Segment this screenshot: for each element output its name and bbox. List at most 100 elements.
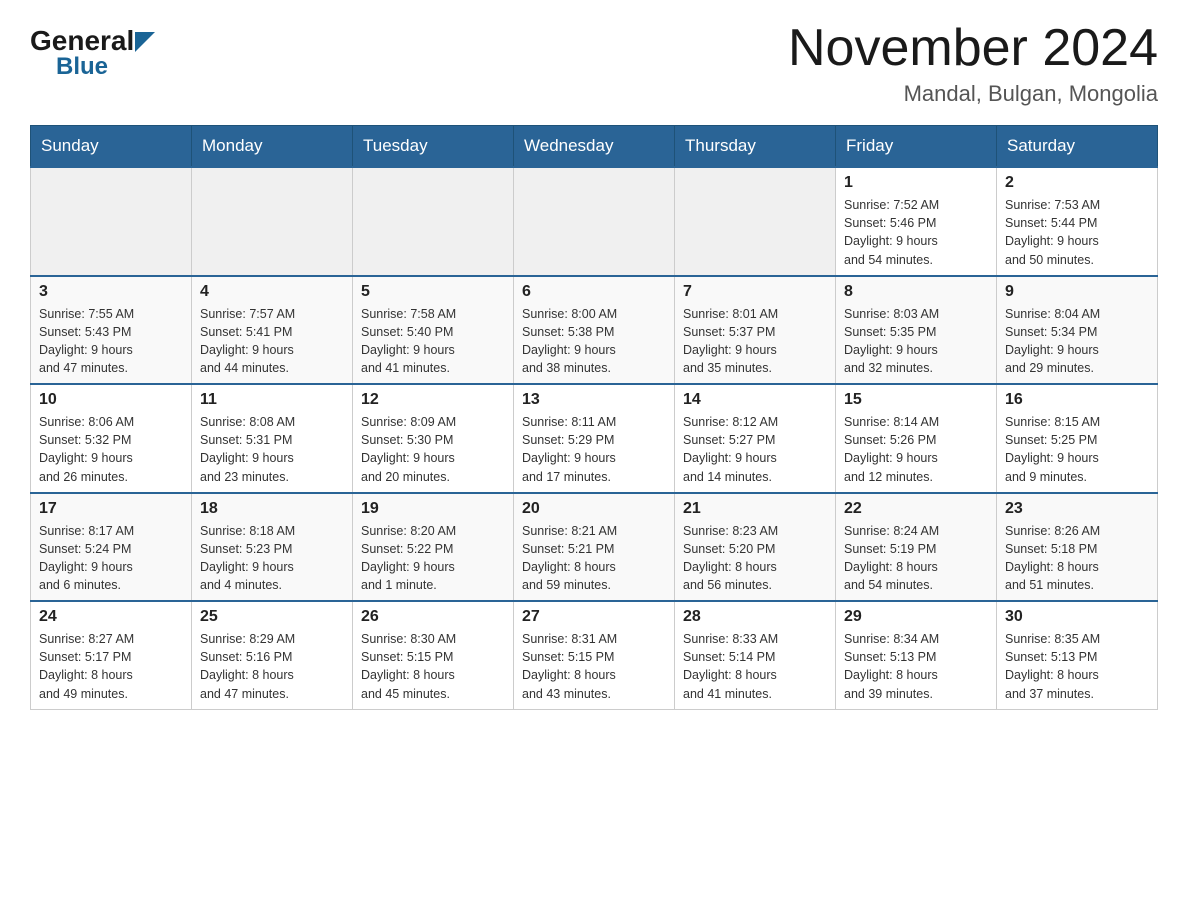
calendar-table: Sunday Monday Tuesday Wednesday Thursday… xyxy=(30,125,1158,710)
table-cell: 28Sunrise: 8:33 AM Sunset: 5:14 PM Dayli… xyxy=(675,601,836,709)
logo: General Blue xyxy=(30,20,155,81)
day-info: Sunrise: 8:03 AM Sunset: 5:35 PM Dayligh… xyxy=(844,305,988,378)
table-cell xyxy=(514,167,675,276)
day-info: Sunrise: 8:04 AM Sunset: 5:34 PM Dayligh… xyxy=(1005,305,1149,378)
day-info: Sunrise: 8:31 AM Sunset: 5:15 PM Dayligh… xyxy=(522,630,666,703)
table-cell: 25Sunrise: 8:29 AM Sunset: 5:16 PM Dayli… xyxy=(192,601,353,709)
week-row-4: 17 Sunrise: 8:17 AM Sunset: 5:24 PM Dayli… xyxy=(31,493,1158,602)
day-number: 2 xyxy=(1005,174,1149,192)
day-info: Sunrise: 8:01 AM Sunset: 5:37 PM Dayligh… xyxy=(683,305,827,378)
table-cell: 12Sunrise: 8:09 AM Sunset: 5:30 PM Dayli… xyxy=(353,384,514,493)
day-number: 13 xyxy=(522,391,666,409)
day-info: Sunrise: 8:35 AM Sunset: 5:13 PM Dayligh… xyxy=(1005,630,1149,703)
table-cell: 2Sunrise: 7:53 AM Sunset: 5:44 PM Daylig… xyxy=(997,167,1158,276)
day-number: 15 xyxy=(844,391,988,409)
weekday-header-row: Sunday Monday Tuesday Wednesday Thursday… xyxy=(31,126,1158,168)
header-thursday: Thursday xyxy=(675,126,836,168)
table-cell: 3 Sunrise: 7:55 AM Sunset: 5:43 PM Daylig… xyxy=(31,276,192,385)
table-cell xyxy=(675,167,836,276)
day-number: 18 xyxy=(200,500,344,518)
table-cell: 15Sunrise: 8:14 AM Sunset: 5:26 PM Dayli… xyxy=(836,384,997,493)
day-number: 25 xyxy=(200,608,344,626)
table-cell: 29 Sunrise: 8:34 AM Sunset: 5:13 PM Dayli… xyxy=(836,601,997,709)
header-friday: Friday xyxy=(836,126,997,168)
title-block: November 2024 Mandal, Bulgan, Mongolia xyxy=(788,20,1158,107)
day-number: 3 xyxy=(39,283,183,301)
table-cell: 10 Sunrise: 8:06 AM Sunset: 5:32 PM Dayli… xyxy=(31,384,192,493)
table-cell: 9 Sunrise: 8:04 AM Sunset: 5:34 PM Daylig… xyxy=(997,276,1158,385)
day-info: Sunrise: 8:17 AM Sunset: 5:24 PM Dayligh… xyxy=(39,522,183,595)
day-number: 10 xyxy=(39,391,183,409)
table-cell: 14 Sunrise: 8:12 AM Sunset: 5:27 PM Dayli… xyxy=(675,384,836,493)
day-info: Sunrise: 8:12 AM Sunset: 5:27 PM Dayligh… xyxy=(683,413,827,486)
table-cell: 21 Sunrise: 8:23 AM Sunset: 5:20 PM Dayli… xyxy=(675,493,836,602)
day-info: Sunrise: 8:23 AM Sunset: 5:20 PM Dayligh… xyxy=(683,522,827,595)
day-number: 17 xyxy=(39,500,183,518)
header-tuesday: Tuesday xyxy=(353,126,514,168)
day-info: Sunrise: 8:18 AM Sunset: 5:23 PM Dayligh… xyxy=(200,522,344,595)
day-number: 19 xyxy=(361,500,505,518)
table-cell: 17 Sunrise: 8:17 AM Sunset: 5:24 PM Dayli… xyxy=(31,493,192,602)
day-info: Sunrise: 8:24 AM Sunset: 5:19 PM Dayligh… xyxy=(844,522,988,595)
calendar-subtitle: Mandal, Bulgan, Mongolia xyxy=(788,81,1158,107)
day-number: 6 xyxy=(522,283,666,301)
calendar-title: November 2024 xyxy=(788,20,1158,77)
table-cell: 24 Sunrise: 8:27 AM Sunset: 5:17 PM Dayli… xyxy=(31,601,192,709)
day-number: 1 xyxy=(844,174,988,192)
day-number: 29 xyxy=(844,608,988,626)
day-number: 9 xyxy=(1005,283,1149,301)
day-number: 27 xyxy=(522,608,666,626)
header-saturday: Saturday xyxy=(997,126,1158,168)
table-cell xyxy=(353,167,514,276)
table-cell: 11 Sunrise: 8:08 AM Sunset: 5:31 PM Dayli… xyxy=(192,384,353,493)
day-number: 22 xyxy=(844,500,988,518)
day-number: 24 xyxy=(39,608,183,626)
table-cell: 20Sunrise: 8:21 AM Sunset: 5:21 PM Dayli… xyxy=(514,493,675,602)
day-number: 14 xyxy=(683,391,827,409)
day-info: Sunrise: 7:57 AM Sunset: 5:41 PM Dayligh… xyxy=(200,305,344,378)
week-row-2: 3 Sunrise: 7:55 AM Sunset: 5:43 PM Daylig… xyxy=(31,276,1158,385)
table-cell: 23 Sunrise: 8:26 AM Sunset: 5:18 PM Dayli… xyxy=(997,493,1158,602)
day-number: 4 xyxy=(200,283,344,301)
header-monday: Monday xyxy=(192,126,353,168)
day-info: Sunrise: 8:08 AM Sunset: 5:31 PM Dayligh… xyxy=(200,413,344,486)
table-cell: 5 Sunrise: 7:58 AM Sunset: 5:40 PM Daylig… xyxy=(353,276,514,385)
table-cell: 6 Sunrise: 8:00 AM Sunset: 5:38 PM Daylig… xyxy=(514,276,675,385)
day-number: 11 xyxy=(200,391,344,409)
day-info: Sunrise: 8:34 AM Sunset: 5:13 PM Dayligh… xyxy=(844,630,988,703)
day-number: 30 xyxy=(1005,608,1149,626)
table-cell: 1Sunrise: 7:52 AM Sunset: 5:46 PM Daylig… xyxy=(836,167,997,276)
day-info: Sunrise: 8:11 AM Sunset: 5:29 PM Dayligh… xyxy=(522,413,666,486)
table-cell: 16 Sunrise: 8:15 AM Sunset: 5:25 PM Dayli… xyxy=(997,384,1158,493)
week-row-5: 24 Sunrise: 8:27 AM Sunset: 5:17 PM Dayli… xyxy=(31,601,1158,709)
table-cell: 27 Sunrise: 8:31 AM Sunset: 5:15 PM Dayli… xyxy=(514,601,675,709)
logo-arrow-icon xyxy=(135,32,155,52)
day-info: Sunrise: 8:00 AM Sunset: 5:38 PM Dayligh… xyxy=(522,305,666,378)
table-cell: 22 Sunrise: 8:24 AM Sunset: 5:19 PM Dayli… xyxy=(836,493,997,602)
day-number: 26 xyxy=(361,608,505,626)
table-cell: 8 Sunrise: 8:03 AM Sunset: 5:35 PM Daylig… xyxy=(836,276,997,385)
day-number: 23 xyxy=(1005,500,1149,518)
day-number: 5 xyxy=(361,283,505,301)
logo-blue-text: Blue xyxy=(56,53,108,80)
table-cell: 7Sunrise: 8:01 AM Sunset: 5:37 PM Daylig… xyxy=(675,276,836,385)
day-info: Sunrise: 8:15 AM Sunset: 5:25 PM Dayligh… xyxy=(1005,413,1149,486)
day-info: Sunrise: 7:58 AM Sunset: 5:40 PM Dayligh… xyxy=(361,305,505,378)
table-cell xyxy=(31,167,192,276)
table-cell: 19Sunrise: 8:20 AM Sunset: 5:22 PM Dayli… xyxy=(353,493,514,602)
day-info: Sunrise: 8:06 AM Sunset: 5:32 PM Dayligh… xyxy=(39,413,183,486)
day-info: Sunrise: 7:55 AM Sunset: 5:43 PM Dayligh… xyxy=(39,305,183,378)
day-number: 16 xyxy=(1005,391,1149,409)
day-info: Sunrise: 8:09 AM Sunset: 5:30 PM Dayligh… xyxy=(361,413,505,486)
header-wednesday: Wednesday xyxy=(514,126,675,168)
day-info: Sunrise: 8:30 AM Sunset: 5:15 PM Dayligh… xyxy=(361,630,505,703)
page-header: General Blue November 2024 Mandal, Bulga… xyxy=(30,20,1158,107)
day-info: Sunrise: 8:27 AM Sunset: 5:17 PM Dayligh… xyxy=(39,630,183,703)
day-number: 21 xyxy=(683,500,827,518)
table-cell: 4 Sunrise: 7:57 AM Sunset: 5:41 PM Daylig… xyxy=(192,276,353,385)
day-number: 8 xyxy=(844,283,988,301)
week-row-1: 1Sunrise: 7:52 AM Sunset: 5:46 PM Daylig… xyxy=(31,167,1158,276)
day-info: Sunrise: 8:26 AM Sunset: 5:18 PM Dayligh… xyxy=(1005,522,1149,595)
day-info: Sunrise: 8:21 AM Sunset: 5:21 PM Dayligh… xyxy=(522,522,666,595)
table-cell xyxy=(192,167,353,276)
